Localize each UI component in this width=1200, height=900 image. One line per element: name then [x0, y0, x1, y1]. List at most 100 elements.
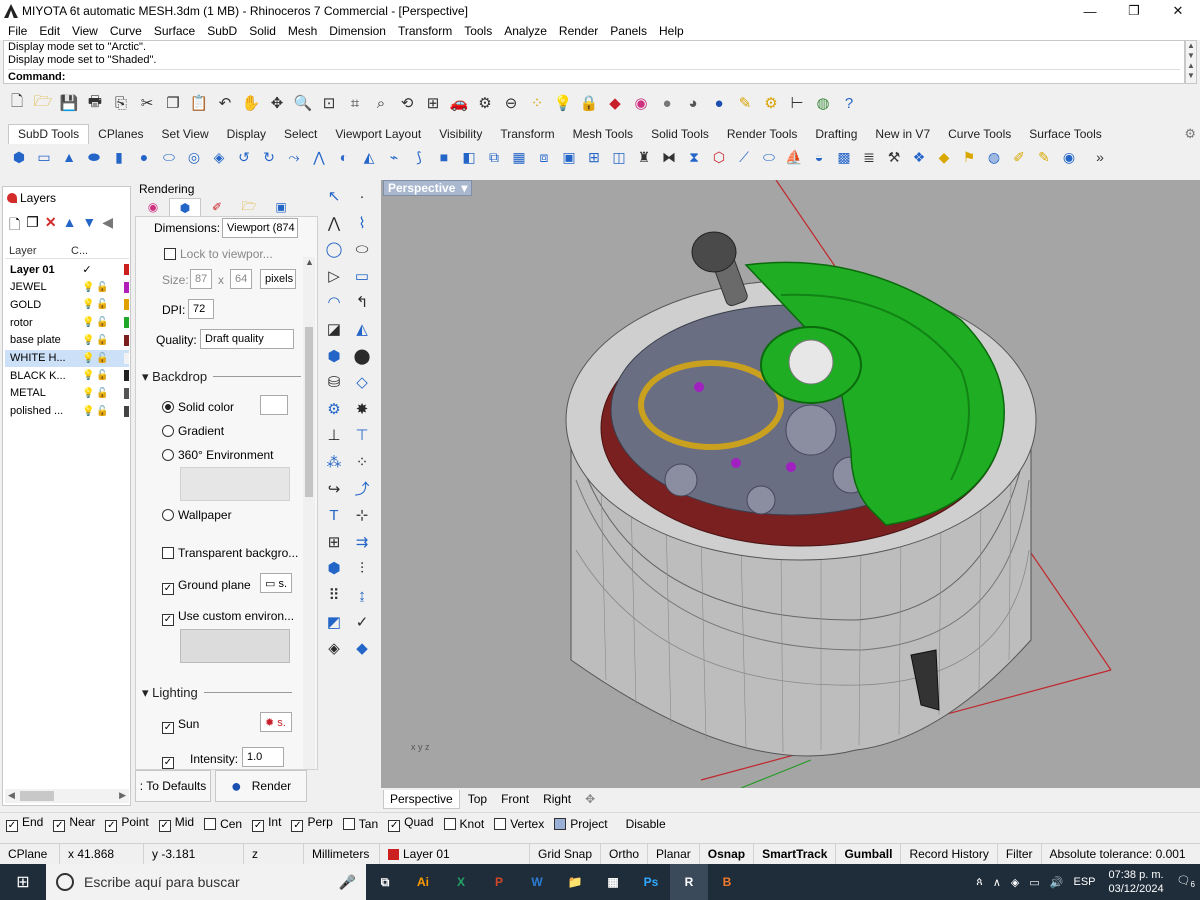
osnap-project[interactable]: Project — [554, 817, 608, 831]
new-layer-icon[interactable]: 🗋 — [9, 214, 20, 238]
rhino-app-icon[interactable]: R — [670, 864, 708, 900]
tab-mesh-tools[interactable]: Mesh Tools — [564, 125, 642, 144]
menu-analyze[interactable]: Analyze — [498, 24, 553, 38]
menu-edit[interactable]: Edit — [33, 24, 66, 38]
add-viewport-icon[interactable]: ✥ — [579, 790, 601, 808]
osnap-checkbox[interactable]: ✓ — [158, 820, 171, 832]
subd-insert-icon[interactable]: ◫ — [608, 146, 630, 168]
command-prompt[interactable]: Command: — [8, 69, 1180, 82]
fillet-icon[interactable]: ↰ — [350, 290, 374, 314]
subd-grid-icon[interactable]: ⊞ — [583, 146, 605, 168]
layer-row[interactable]: rotor 💡 🔓 — [5, 314, 130, 331]
material-icon[interactable]: ◆ — [350, 636, 374, 660]
filter-toggle[interactable]: Filter — [998, 843, 1042, 865]
osnap-checkbox[interactable]: ✓ — [388, 820, 401, 832]
menu-subd[interactable]: SubD — [201, 24, 243, 38]
layer-row[interactable]: Layer 01 ✓ — [5, 261, 129, 278]
arc-icon[interactable]: ◠ — [322, 290, 346, 314]
panel-collapse-icon[interactable]: ◀ — [102, 214, 113, 238]
dimensions-dropdown[interactable]: Viewport (874 — [222, 218, 298, 238]
visibility-bulb-icon[interactable]: 💡 — [82, 388, 96, 399]
osnap-vertex[interactable]: Vertex — [494, 817, 544, 831]
subd-plane-icon[interactable]: ▭ — [33, 146, 55, 168]
globe-icon[interactable]: ◍ — [812, 92, 834, 114]
subd-solid-icon[interactable]: ■ — [433, 146, 455, 168]
osnap-point[interactable]: ✓ Point — [105, 815, 149, 832]
tab-viewport-layout[interactable]: Viewport Layout — [326, 125, 430, 144]
volume-icon[interactable]: 🔊 — [1050, 876, 1064, 889]
zoom-icon[interactable]: 🔍 — [292, 92, 314, 114]
show-hidden-icons-icon[interactable]: ∧ — [993, 876, 1001, 889]
skylight-checkbox[interactable]: ✓ — [162, 752, 178, 769]
illustrator-app-icon[interactable]: Ai — [404, 864, 442, 900]
render-button[interactable]: ● Render — [215, 770, 307, 802]
layer-name[interactable]: base plate — [5, 334, 82, 346]
environment-preview[interactable] — [180, 467, 290, 501]
osnap-checkbox[interactable] — [494, 817, 507, 830]
ellipse-icon[interactable]: ⬭ — [350, 237, 374, 261]
grid-snap-toggle[interactable]: Grid Snap — [530, 843, 602, 865]
viewport-menu-arrow-icon[interactable]: ▾ — [461, 181, 467, 195]
rendering-tab-icon[interactable]: ⬢ — [169, 198, 201, 216]
polyline-icon[interactable]: ⋀ — [322, 211, 346, 235]
layers-tab[interactable]: Layers — [7, 191, 56, 205]
blender-app-icon[interactable]: B — [708, 864, 746, 900]
subd-to-nurbs-icon[interactable]: ⬡ — [708, 146, 730, 168]
subd-mirror-icon[interactable]: ⧗ — [683, 146, 705, 168]
tab-cplanes[interactable]: CPlanes — [89, 125, 152, 144]
shaded-sphere-icon[interactable]: ● — [656, 92, 678, 114]
lighting-section[interactable]: ▾ Lighting — [142, 685, 292, 701]
subd-reflect-icon[interactable]: ⬭ — [758, 146, 780, 168]
tab-display[interactable]: Display — [218, 125, 275, 144]
select-icon[interactable]: ⊖ — [500, 92, 522, 114]
custom-environment-checkbox[interactable]: ✓ Use custom environ... — [162, 609, 294, 626]
lock-icon[interactable]: 🔓 — [96, 406, 110, 417]
sphere-icon[interactable]: ⬤ — [350, 344, 374, 368]
layer-name[interactable]: METAL — [5, 387, 82, 399]
cplane-label[interactable]: CPlane — [0, 843, 60, 865]
subd-list-icon[interactable]: ≣ — [858, 146, 880, 168]
layer-column-header[interactable]: Layer — [9, 245, 37, 257]
subd-mesh-icon[interactable]: ▦ — [508, 146, 530, 168]
subd-sphere-icon[interactable]: ● — [133, 146, 155, 168]
layer-color-swatch[interactable] — [124, 317, 130, 329]
osnap-checkbox[interactable] — [204, 817, 217, 830]
lock-icon[interactable]: 🔓 — [96, 370, 110, 381]
subd-fill-icon[interactable]: ◐ — [333, 146, 355, 168]
current-layer-check-icon[interactable]: ✓ — [82, 263, 124, 276]
subd-extrude-icon[interactable]: ◭ — [358, 146, 380, 168]
layer-row[interactable]: BLACK K... 💡 🔓 — [5, 367, 130, 384]
subd-append-icon[interactable]: ⧉ — [483, 146, 505, 168]
photoshop-app-icon[interactable]: Ps — [632, 864, 670, 900]
points-on-icon[interactable]: ⁘ — [350, 450, 374, 474]
rendered-sphere-icon[interactable]: ◕ — [682, 92, 704, 114]
task-view-icon[interactable]: ⧉ — [366, 864, 404, 900]
gumball-icon[interactable]: ↨ — [350, 583, 374, 607]
osnap-tan[interactable]: Tan — [342, 817, 378, 831]
visibility-bulb-icon[interactable]: 💡 — [82, 406, 96, 417]
extrude-icon[interactable]: ◭ — [350, 317, 374, 341]
gradient-radio[interactable]: Gradient — [162, 424, 224, 438]
layer-paint-icon[interactable]: ◆ — [604, 92, 626, 114]
visibility-bulb-icon[interactable]: 💡 — [82, 317, 96, 328]
current-layer[interactable]: Layer 01 — [380, 843, 530, 865]
subd-weld-icon[interactable]: ⧈ — [533, 146, 555, 168]
model-canvas[interactable]: x y z — [381, 180, 1200, 788]
command-scrollbar[interactable]: ▲ ▼ ▲ ▼ — [1185, 40, 1197, 84]
environment-radio[interactable]: 360° Environment — [162, 448, 274, 462]
circle-icon[interactable]: ◯ — [322, 237, 346, 261]
osnap-end[interactable]: ✓ End — [6, 815, 43, 832]
current-column-header[interactable]: C... — [71, 245, 88, 257]
select-arrow-icon[interactable]: ↖ — [322, 184, 346, 208]
cut-icon[interactable]: ✂ — [136, 92, 158, 114]
record-history-toggle[interactable]: Record History — [901, 843, 998, 865]
tab-set-view[interactable]: Set View — [153, 125, 218, 144]
ground-plane-checkbox[interactable]: ✓ Ground plane — [162, 578, 251, 595]
dpi-input[interactable]: 72 — [188, 299, 214, 319]
zoom-selected-icon[interactable]: ⌕ — [370, 92, 392, 114]
align-icon[interactable]: ⫶ — [350, 556, 374, 580]
layer-color-swatch[interactable] — [124, 281, 130, 293]
open-folder-icon[interactable]: 🗁 — [32, 92, 54, 114]
help-icon[interactable]: ? — [838, 92, 860, 114]
osnap-perp[interactable]: ✓ Perp — [291, 815, 333, 832]
